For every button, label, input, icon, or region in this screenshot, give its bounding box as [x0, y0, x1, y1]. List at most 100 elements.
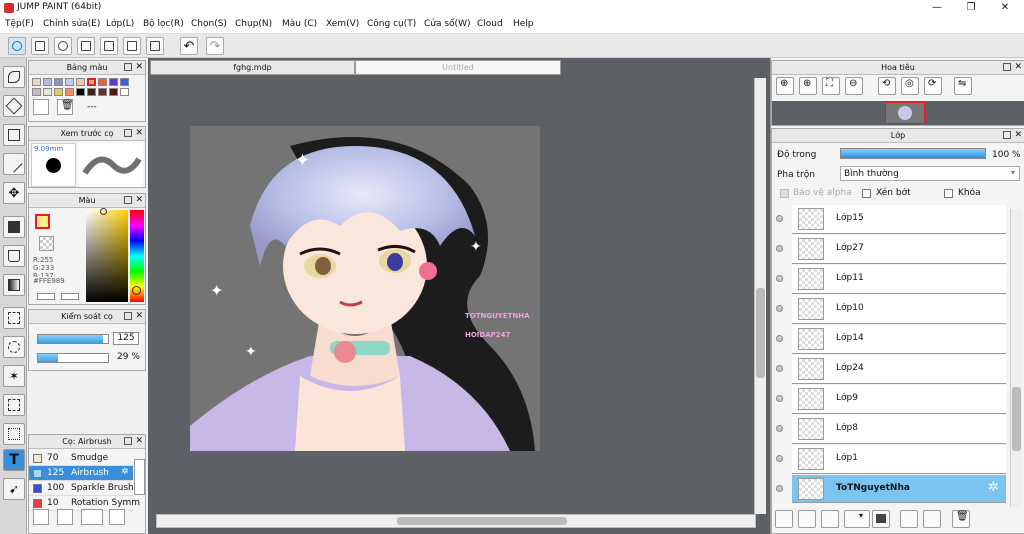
minimize-button[interactable]: —: [920, 0, 954, 16]
navigator-thumbnail[interactable]: [885, 102, 925, 124]
share-button[interactable]: [31, 37, 49, 55]
menu-tools[interactable]: Công cụ(T): [367, 19, 416, 29]
palette-swatch[interactable]: [43, 88, 52, 96]
brush-settings-button[interactable]: [109, 509, 125, 525]
palette-swatch[interactable]: [120, 88, 129, 96]
layer-row[interactable]: Lớp27: [776, 235, 1006, 264]
blend-mode-select[interactable]: Bình thường ▾: [840, 166, 1020, 181]
menu-help[interactable]: Help: [513, 19, 534, 29]
shape-tool[interactable]: [3, 124, 25, 146]
visibility-eye-icon[interactable]: [776, 455, 783, 462]
close-icon[interactable]: ✕: [1014, 62, 1022, 73]
layer-row[interactable]: Lớp10: [776, 295, 1006, 324]
clip-checkbox[interactable]: [862, 189, 871, 198]
rotate-left-button[interactable]: ⟲: [878, 77, 896, 95]
color-mode-button-1[interactable]: [37, 293, 55, 300]
bucket-tool[interactable]: [3, 245, 25, 267]
close-icon[interactable]: ✕: [135, 128, 143, 139]
palette-swatch[interactable]: [109, 88, 118, 96]
visibility-eye-icon[interactable]: [776, 215, 783, 222]
close-button[interactable]: ✕: [988, 0, 1022, 16]
menu-file[interactable]: Tệp(F): [5, 19, 34, 29]
new-brush-button[interactable]: [57, 509, 73, 525]
cloud-check-button[interactable]: [8, 37, 26, 55]
visibility-eye-icon[interactable]: [776, 245, 783, 252]
brush-cloud-button[interactable]: [33, 509, 49, 525]
layer-row[interactable]: Lớp1: [776, 445, 1006, 474]
move-tool[interactable]: ✥: [3, 182, 25, 204]
layer-scrollbar[interactable]: [1010, 209, 1022, 507]
sv-picker-handle[interactable]: [100, 208, 107, 215]
float-icon[interactable]: [124, 437, 132, 445]
comment-button[interactable]: [77, 37, 95, 55]
new-8bit-layer-button[interactable]: [821, 510, 839, 528]
new-halftone-layer-button[interactable]: [798, 510, 816, 528]
visibility-eye-icon[interactable]: [776, 395, 783, 402]
visibility-eye-icon[interactable]: [776, 335, 783, 342]
duplicate-layer-button[interactable]: [900, 510, 918, 528]
menu-view[interactable]: Xem(V): [326, 19, 359, 29]
settings-list-button[interactable]: [146, 37, 164, 55]
menu-color[interactable]: Màu (C): [282, 19, 317, 29]
text-tool[interactable]: T: [3, 449, 25, 471]
float-icon[interactable]: [1003, 131, 1011, 139]
vertical-scroll-thumb[interactable]: [756, 288, 765, 378]
merge-layer-button[interactable]: [923, 510, 941, 528]
flip-button[interactable]: ⇋: [954, 77, 972, 95]
brush-opacity-slider[interactable]: [37, 353, 109, 363]
speech-button[interactable]: [54, 37, 72, 55]
eraser-tool[interactable]: [3, 95, 25, 117]
visibility-eye-icon[interactable]: [776, 275, 783, 282]
palette-swatch[interactable]: [120, 78, 129, 86]
visibility-eye-icon[interactable]: [776, 305, 783, 312]
new-layer-button[interactable]: [775, 510, 793, 528]
hue-slider[interactable]: [130, 210, 144, 302]
background-color-swatch[interactable]: [39, 236, 54, 251]
palette-swatch[interactable]: [76, 78, 85, 86]
layer-row[interactable]: Lớp8: [776, 415, 1006, 444]
brush-list-item[interactable]: 100 Sparkle Brush: [29, 481, 134, 496]
zoom-in-button[interactable]: ⊕: [799, 77, 817, 95]
zoom-out-button[interactable]: ⊖: [845, 77, 863, 95]
layer-opacity-slider[interactable]: [840, 148, 986, 159]
navigator-thumbnail-area[interactable]: [772, 101, 1024, 125]
saturation-value-picker[interactable]: [86, 208, 128, 302]
float-icon[interactable]: [1003, 63, 1011, 71]
horizontal-scrollbar[interactable]: [156, 514, 756, 528]
layer-row[interactable]: Lớp9: [776, 385, 1006, 414]
hue-slider-handle[interactable]: [132, 286, 141, 295]
layer-row[interactable]: ToTNguyetNha ✲: [776, 475, 1006, 503]
operation-tool[interactable]: ➹: [3, 478, 25, 500]
tab-fghg[interactable]: fghg.mdp: [150, 60, 355, 75]
menu-filter[interactable]: Bộ lọc(R): [143, 19, 184, 29]
palette-swatch[interactable]: [65, 78, 74, 86]
menu-select[interactable]: Chọn(S): [191, 19, 227, 29]
layer-row[interactable]: Lớp15: [776, 205, 1006, 234]
rotate-right-button[interactable]: ⟳: [924, 77, 942, 95]
visibility-eye-icon[interactable]: [776, 425, 783, 432]
menu-window[interactable]: Cửa sổ(W): [424, 19, 470, 29]
tab-untitled[interactable]: Untitled: [355, 60, 561, 75]
artwork-canvas[interactable]: ✦ ✦ ✦ ✦ TOTNGUYETNHA HOIDAP247: [190, 126, 540, 451]
maximize-button[interactable]: ❐: [954, 0, 988, 16]
layer-row[interactable]: Lớp14: [776, 325, 1006, 354]
list-button[interactable]: [123, 37, 141, 55]
vertical-scrollbar[interactable]: [754, 78, 766, 514]
delete-layer-button[interactable]: 🗑: [952, 510, 970, 528]
palette-swatch[interactable]: [54, 78, 63, 86]
delete-palette-button[interactable]: 🗑: [57, 99, 74, 115]
select-eraser-tool[interactable]: [3, 423, 25, 445]
select-pen-tool[interactable]: [3, 394, 25, 416]
horizontal-scroll-thumb[interactable]: [397, 517, 567, 525]
lock-checkbox[interactable]: [944, 189, 953, 198]
brush-settings-icon[interactable]: ✲: [121, 467, 129, 477]
float-icon[interactable]: [124, 196, 132, 204]
menu-layer[interactable]: Lớp(L): [106, 19, 134, 29]
palette-swatch[interactable]: [32, 88, 41, 96]
rotate-reset-button[interactable]: ◎: [901, 77, 919, 95]
line-tool[interactable]: [3, 153, 25, 175]
text-layer-settings-icon[interactable]: ✲: [988, 480, 999, 495]
layer-row[interactable]: Lớp11: [776, 265, 1006, 294]
palette-swatch[interactable]: [109, 78, 118, 86]
zoom-fit-button[interactable]: ⊕: [776, 77, 794, 95]
